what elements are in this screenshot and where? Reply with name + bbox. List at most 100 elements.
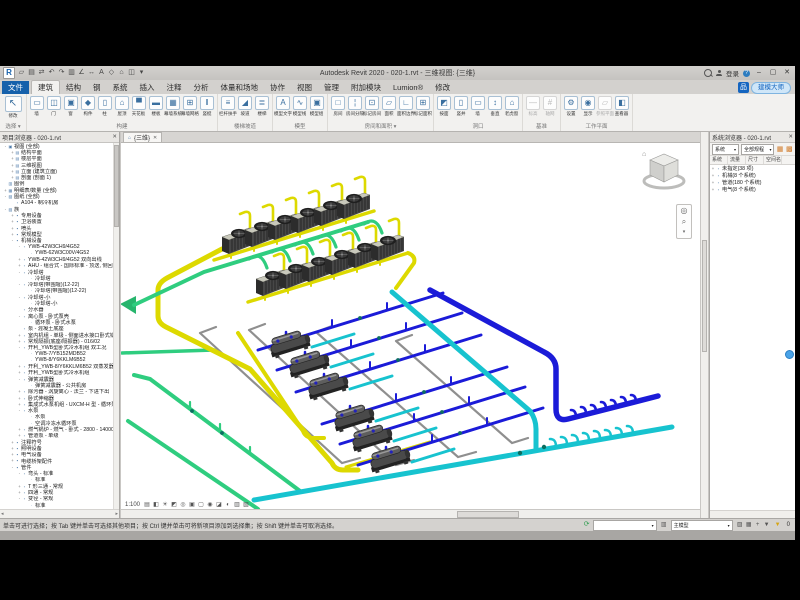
- system-browser-hscrollbar[interactable]: [710, 510, 795, 518]
- sync-icon[interactable]: ⇄: [37, 68, 46, 78]
- ribbon-button[interactable]: ◢坡道: [237, 96, 253, 117]
- ribbon-button[interactable]: A模型文字: [275, 96, 291, 117]
- sun-path-icon[interactable]: ☀: [161, 501, 169, 509]
- ribbon-button[interactable]: ▯柱: [97, 96, 113, 117]
- navbar-chevron-icon[interactable]: ▾: [683, 228, 686, 237]
- section-icon[interactable]: ◫: [127, 68, 136, 78]
- column-header[interactable]: 流量: [728, 156, 746, 164]
- ribbon-button[interactable]: ∿模型线: [292, 96, 308, 117]
- ribbon-tab[interactable]: 系统: [107, 81, 134, 94]
- ribbon-button[interactable]: —标高: [525, 96, 541, 117]
- workset-select[interactable]: ▾: [593, 520, 657, 531]
- search-icon[interactable]: [704, 69, 712, 77]
- filter-icon[interactable]: ▼: [763, 520, 771, 530]
- tag-icon[interactable]: ◇: [107, 68, 116, 78]
- ribbon-button[interactable]: ▣窗: [63, 96, 79, 117]
- ribbon-button[interactable]: ≡栏杆扶手: [220, 96, 236, 117]
- shadows-icon[interactable]: ◩: [170, 501, 178, 509]
- ribbon-tab[interactable]: 文件: [2, 81, 29, 94]
- column-settings-icon[interactable]: ▩: [786, 145, 793, 154]
- constraints-icon[interactable]: ▧: [242, 501, 250, 509]
- viewport-hscrollbar[interactable]: [121, 509, 700, 518]
- editable-only-icon[interactable]: ▨: [736, 520, 744, 530]
- system-row[interactable]: + ▫ 管道(180 个系统): [710, 179, 795, 186]
- column-header[interactable]: 系统: [710, 156, 728, 164]
- ribbon-button[interactable]: ◩按面: [436, 96, 452, 117]
- text-icon[interactable]: A: [97, 68, 106, 78]
- filter-icon[interactable]: ▼: [774, 520, 782, 530]
- ribbon-button[interactable]: ‖竖梃: [199, 96, 215, 117]
- zoom-tool-icon[interactable]: ⌕: [682, 217, 686, 226]
- ribbon-button[interactable]: ↖修改: [2, 96, 24, 119]
- visual-style-icon[interactable]: ◧: [152, 501, 160, 509]
- crop-view-icon[interactable]: ▣: [188, 501, 196, 509]
- ribbon-tab[interactable]: 修改: [429, 81, 456, 94]
- ribbon-button[interactable]: ◉显示: [580, 96, 596, 117]
- plugin-icon[interactable]: 品: [738, 82, 749, 93]
- scale-control[interactable]: 1:100: [123, 502, 142, 508]
- 3d-model-view[interactable]: [121, 142, 700, 512]
- ribbon-button[interactable]: ▬楼板: [148, 96, 164, 117]
- ribbon-button[interactable]: ⊞幕墙网格: [182, 96, 198, 117]
- ribbon-tab[interactable]: 体量和场地: [215, 81, 265, 94]
- view-tab[interactable]: ⌂ {三维} ✕: [123, 132, 162, 142]
- condenser-pipes[interactable]: [122, 350, 300, 509]
- press-drag-icon[interactable]: +: [754, 520, 762, 530]
- revit-logo-icon[interactable]: R: [3, 67, 15, 79]
- temp-view-properties-icon[interactable]: ▥: [233, 501, 241, 509]
- restore-button[interactable]: ▢: [768, 67, 778, 79]
- ribbon-button[interactable]: ¦房间分隔: [347, 96, 363, 117]
- ribbon-button[interactable]: ◆构件: [80, 96, 96, 117]
- ribbon-tab[interactable]: 协作: [264, 81, 291, 94]
- ribbon-button[interactable]: ◫门: [46, 96, 62, 117]
- column-header[interactable]: 空间名称: [764, 156, 782, 164]
- ribbon-tab[interactable]: 注释: [161, 81, 188, 94]
- ribbon-button[interactable]: ⚙设置: [563, 96, 579, 117]
- ribbon-button[interactable]: ▱参照平面: [597, 96, 613, 117]
- ribbon-button[interactable]: ▣模型组: [309, 96, 325, 117]
- ribbon-button[interactable]: ▦幕墙系统: [165, 96, 181, 117]
- ribbon-tab[interactable]: 视图: [291, 81, 318, 94]
- ribbon-tab[interactable]: Lumion®: [387, 81, 429, 94]
- ribbon-tab[interactable]: 建筑: [31, 80, 60, 94]
- ribbon-button[interactable]: ≣楼梯: [254, 96, 270, 117]
- detail-level-icon[interactable]: ▤: [143, 501, 151, 509]
- ribbon-tab[interactable]: 钢: [87, 81, 107, 94]
- redo-icon[interactable]: ↷: [57, 68, 66, 78]
- panel-scroll-dot[interactable]: [785, 350, 794, 359]
- column-header[interactable]: 尺寸: [746, 156, 764, 164]
- panel-label[interactable]: 房间和面积 ▾: [330, 123, 431, 131]
- close-button[interactable]: ✕: [782, 67, 792, 79]
- ribbon-button[interactable]: ⊞标记面积: [415, 96, 431, 117]
- discipline-select[interactable]: 全部规程▾: [741, 144, 774, 155]
- system-row[interactable]: + ▫ 未指定(38 项): [710, 165, 795, 172]
- ribbon-button[interactable]: ▯竖井: [453, 96, 469, 117]
- tree-item[interactable]: - ▫ 开利_YWB型卧式冷水机组 双工况: [0, 345, 114, 351]
- ribbon-button[interactable]: ▭墙: [470, 96, 486, 117]
- design-option-select[interactable]: 主模型▾: [671, 520, 733, 531]
- ribbon-button[interactable]: ↕垂直: [487, 96, 503, 117]
- ribbon-button[interactable]: ⊡标记房间: [364, 96, 380, 117]
- tree-item[interactable]: + ▫ 除污器 - 涡旋离心 - 法兰 - 下进下出: [0, 389, 114, 395]
- render-icon[interactable]: ◎: [179, 501, 187, 509]
- ribbon-button[interactable]: ⌂屋顶: [114, 96, 130, 117]
- ribbon-button[interactable]: □房间: [330, 96, 346, 117]
- ribbon-button[interactable]: ▭墙: [29, 96, 45, 117]
- ribbon-button[interactable]: #轴网: [542, 96, 558, 117]
- panel-label[interactable]: 选择 ▾: [2, 123, 24, 131]
- ribbon-tab[interactable]: 附加模块: [345, 81, 387, 94]
- editing-requests-icon[interactable]: ▥: [660, 520, 668, 530]
- autofit-columns-icon[interactable]: ▦: [776, 145, 783, 154]
- ribbon-tab[interactable]: 插入: [134, 81, 161, 94]
- view-tab-close-icon[interactable]: ✕: [153, 135, 157, 141]
- system-view-select[interactable]: 系统▾: [712, 144, 739, 155]
- system-browser-close-icon[interactable]: ✕: [788, 134, 793, 140]
- viewcube[interactable]: ⌂: [640, 148, 688, 198]
- exclude-options-icon[interactable]: ▦: [745, 520, 753, 530]
- reveal-hidden-icon[interactable]: ◐: [224, 501, 232, 509]
- system-row[interactable]: + ▫ 电气(8 个系统): [710, 186, 795, 193]
- project-browser-scrollbar[interactable]: [113, 143, 119, 509]
- ribbon-tab[interactable]: 管理: [318, 81, 345, 94]
- ribbon-tab[interactable]: 结构: [60, 81, 87, 94]
- crop-region-icon[interactable]: ▢: [197, 501, 205, 509]
